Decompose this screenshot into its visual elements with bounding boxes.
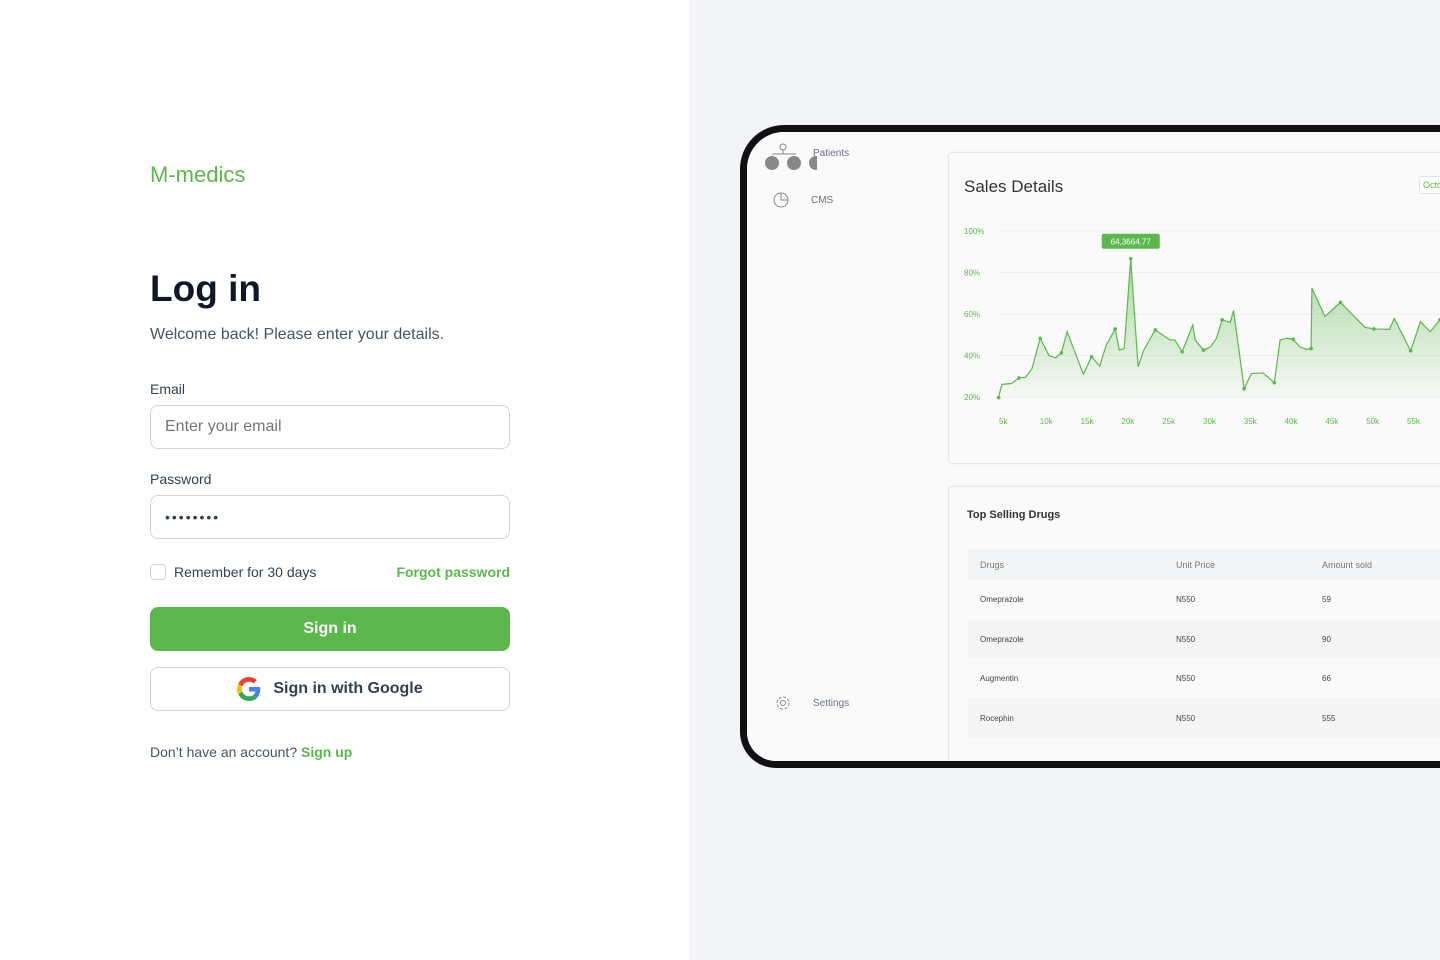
cell: 66 — [1322, 674, 1331, 684]
x-tick-label: 40k — [1285, 417, 1299, 426]
cell: N550 — [1176, 713, 1196, 723]
email-label: Email — [150, 381, 186, 397]
login-panel: M-medics Log in Welcome back! Please ent… — [0, 0, 689, 960]
table-row: Rocephin N550 555 — [968, 698, 1440, 738]
data-point — [1128, 257, 1133, 261]
email-input[interactable] — [150, 405, 510, 449]
sales-details-card: Sales Details Octo 100%80%60%40%20%5k10k… — [948, 152, 1440, 464]
x-tick-label: 25k — [1162, 417, 1176, 426]
y-tick-label: 60% — [964, 310, 980, 319]
data-point — [1272, 380, 1277, 385]
cell: N550 — [1176, 674, 1196, 684]
x-tick-label: 45k — [1325, 417, 1339, 426]
data-point — [1017, 376, 1021, 380]
y-tick-label: 80% — [964, 269, 980, 278]
remember-label[interactable]: Remember for 30 days — [174, 564, 316, 580]
table-title: Top Selling Drugs — [967, 509, 1061, 521]
x-tick-label: 20k — [1121, 417, 1135, 426]
cell: Rocephin — [980, 713, 1014, 723]
sidebar-label: CMS — [811, 194, 834, 206]
signup-prompt: Don’t have an account? Sign up — [150, 744, 352, 760]
cell: 555 — [1322, 713, 1336, 723]
table-row: Augmentin N550 66 — [968, 659, 1440, 699]
data-point — [1242, 386, 1246, 391]
google-sign-in-label: Sign in with Google — [273, 680, 423, 697]
data-point — [1372, 327, 1376, 331]
google-icon — [237, 677, 261, 701]
remember-checkbox[interactable] — [150, 564, 166, 580]
password-label: Password — [150, 471, 212, 487]
sign-up-link[interactable]: Sign up — [301, 744, 352, 760]
sidebar-item-patients: Patients — [765, 142, 849, 170]
patients-icon — [765, 143, 817, 170]
x-tick-label: 15k — [1081, 417, 1095, 426]
pie-chart-icon — [773, 192, 789, 208]
forgot-password-link[interactable]: Forgot password — [396, 564, 510, 580]
data-point — [996, 395, 1001, 400]
tooltip-label: 64,3664.77 — [1111, 237, 1152, 246]
x-tick-label: 30k — [1203, 417, 1217, 426]
page-title: Log in — [150, 268, 261, 309]
data-point — [1153, 328, 1158, 332]
sales-chart: 100% 80% 60% 40% 20% 5k 10k 15k 20k 25k 30k 35k 40k 4… — [964, 227, 1440, 426]
cell: 90 — [1322, 634, 1331, 644]
data-point — [1408, 348, 1413, 353]
cell: Omeprazole — [980, 595, 1024, 605]
no-account-text: Don’t have an account? — [150, 744, 298, 760]
data-point — [1201, 348, 1206, 352]
x-tick-label: 5k — [999, 417, 1008, 426]
dashboard-preview: Patients CMS Settings Sales Details Octo… — [740, 125, 1440, 768]
data-point — [1113, 327, 1118, 331]
table-header: Drugs Unit Price Amount sold — [968, 549, 1440, 580]
cell: Omeprazole — [980, 634, 1024, 644]
data-point — [1309, 346, 1313, 351]
data-point — [1338, 300, 1343, 305]
y-tick-label: 40% — [964, 352, 980, 361]
y-tick-label: 20% — [964, 393, 980, 402]
cell: N550 — [1176, 595, 1196, 605]
data-point — [1089, 354, 1094, 359]
page-subtitle: Welcome back! Please enter your details. — [150, 326, 445, 343]
column-header: Unit Price — [1176, 559, 1216, 570]
x-tick-label: 10k — [1040, 417, 1054, 426]
x-tick-label: 50k — [1366, 417, 1380, 426]
data-point — [1180, 349, 1184, 354]
data-point — [1038, 336, 1042, 341]
y-tick-label: 100% — [964, 227, 984, 236]
x-tick-label: 35k — [1244, 417, 1258, 426]
cell: Augmentin — [980, 674, 1019, 684]
column-header: Amount sold — [1322, 559, 1373, 570]
data-point — [1291, 337, 1295, 342]
sidebar-item-settings: Settings — [775, 695, 849, 711]
password-input[interactable]: •••••••• — [150, 495, 510, 539]
gear-icon — [776, 696, 790, 710]
cell: 59 — [1322, 595, 1331, 605]
preview-sidebar: Patients CMS Settings — [747, 132, 930, 761]
cell: N550 — [1176, 634, 1196, 644]
data-point — [1059, 351, 1064, 355]
top-selling-drugs-card: Top Selling Drugs Drugs Unit Price Amoun… — [948, 486, 1440, 761]
x-tick-label: 55k — [1407, 417, 1421, 426]
brand-logo: M-medics — [150, 162, 246, 187]
table-row: Omeprazole N550 90 — [968, 619, 1440, 659]
table-row: Omeprazole N550 59 — [968, 580, 1440, 620]
sidebar-item-cms: CMS — [773, 192, 833, 208]
sign-in-button[interactable]: Sign in — [150, 607, 510, 651]
column-header: Drugs — [980, 559, 1005, 570]
google-sign-in-button[interactable]: Sign in with Google — [150, 667, 510, 711]
data-point — [1220, 318, 1224, 322]
sidebar-label: Patients — [813, 148, 850, 159]
drugs-table: Drugs Unit Price Amount sold Omeprazole N… — [968, 549, 1440, 738]
sidebar-label: Settings — [813, 697, 850, 709]
